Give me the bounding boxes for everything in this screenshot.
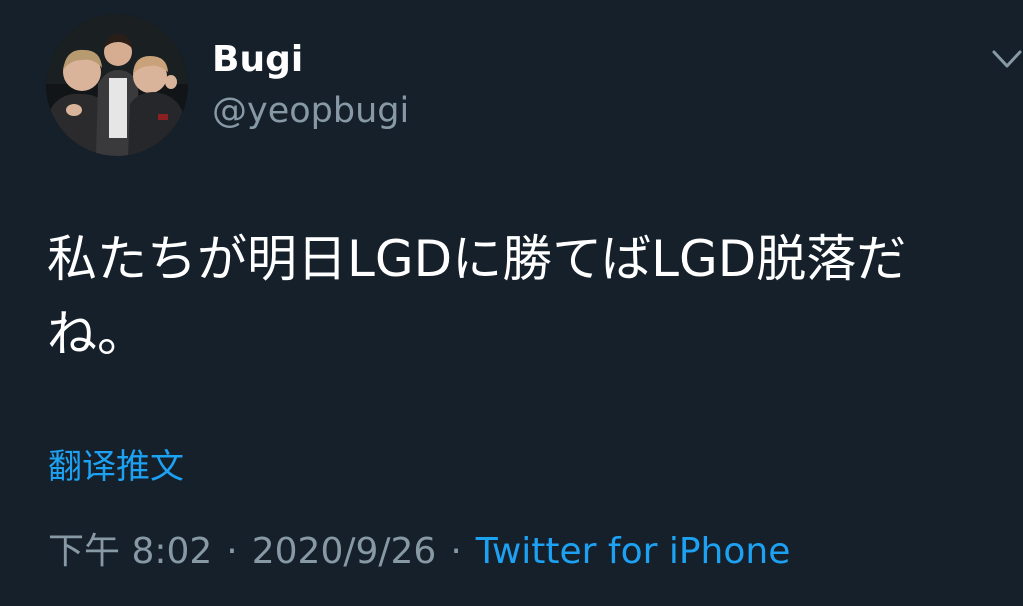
separator-dot: · xyxy=(450,531,462,572)
chevron-down-icon[interactable] xyxy=(990,42,1023,76)
display-name[interactable]: Bugi xyxy=(212,38,303,82)
tweet-source-link[interactable]: Twitter for iPhone xyxy=(476,531,791,572)
translate-tweet-link[interactable]: 翻译推文 xyxy=(48,445,184,489)
tweet-time: 下午 8:02 xyxy=(48,531,213,572)
tweet-date[interactable]: 2020/9/26 xyxy=(252,531,437,572)
tweet-text: 私たちが明日LGDに勝てばLGD脱落だね。 xyxy=(47,230,907,363)
avatar-photo-icon xyxy=(46,14,188,156)
tweet-meta: 下午 8:02 · 2020/9/26 · Twitter for iPhone xyxy=(48,528,790,576)
avatar[interactable] xyxy=(46,14,188,156)
tweet-detail: Bugi @yeopbugi 私たちが明日LGDに勝てばLGD脱落だね。 翻译推… xyxy=(0,0,1023,606)
user-handle[interactable]: @yeopbugi xyxy=(212,88,409,134)
separator-dot: · xyxy=(226,531,238,572)
